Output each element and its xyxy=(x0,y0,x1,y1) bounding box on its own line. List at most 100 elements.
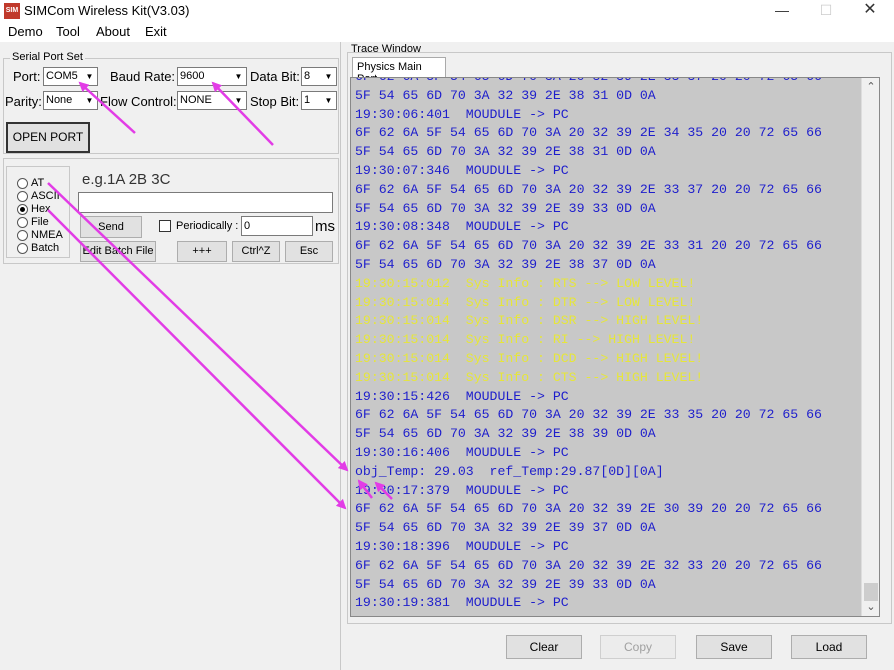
periodically-checkbox[interactable] xyxy=(159,220,171,232)
plus-plus-plus-button[interactable]: +++ xyxy=(177,241,227,262)
trace-data-line: 19:30:19:381 MOUDULE -> PC xyxy=(355,595,569,611)
trace-output[interactable]: 6F 62 6A 5F 54 65 6D 70 3A 20 32 39 2E 3… xyxy=(350,77,880,617)
baud-rate-label: Baud Rate: xyxy=(110,69,176,84)
trace-info-line: 19:30:15:014 Sys Info : DTR --> LOW LEVE… xyxy=(355,294,696,310)
interval-input[interactable]: 0 xyxy=(241,216,313,236)
trace-data-line: 5F 54 65 6D 70 3A 32 39 2E 38 37 0D 0A xyxy=(355,257,656,272)
mode-label-at: AT xyxy=(31,177,45,189)
trace-data-line: 19:30:06:401 MOUDULE -> PC xyxy=(355,106,569,122)
trace-info-line: 19:30:15:014 Sys Info : DCD --> HIGH LEV… xyxy=(355,351,704,366)
esc-button[interactable]: Esc xyxy=(285,241,333,262)
stop-bit-label: Stop Bit: xyxy=(250,94,300,109)
close-icon[interactable]: ✕ xyxy=(848,0,892,22)
menu-exit[interactable]: Exit xyxy=(145,24,167,39)
trace-data-line: 5F 54 65 6D 70 3A 32 39 2E 39 33 0D 0A xyxy=(355,200,656,216)
data-bit-select[interactable]: 8 ▼ xyxy=(301,67,337,86)
trace-data-line: 19:30:08:348 MOUDULE -> PC xyxy=(355,219,569,235)
flow-control-value: NONE xyxy=(180,94,212,106)
trace-info-line: 19:30:15:014 Sys Info : CTS --> HIGH LEV… xyxy=(355,369,704,385)
mode-label-ascii: ASCII xyxy=(31,190,60,202)
trace-data-line: 5F 54 65 6D 70 3A 32 39 2E 39 33 0D 0A xyxy=(355,576,656,592)
data-bit-value: 8 xyxy=(304,70,311,82)
chevron-down-icon: ▼ xyxy=(231,68,246,85)
window-title: SIMCom Wireless Kit(V3.03) xyxy=(24,3,190,18)
scroll-down-icon[interactable]: ⌄ xyxy=(862,600,880,617)
trace-window-label: Trace Window xyxy=(351,43,421,55)
trace-data-line: 6F 62 6A 5F 54 65 6D 70 3A 20 32 39 2E 3… xyxy=(355,613,822,616)
stop-bit-select[interactable]: 1 ▼ xyxy=(301,91,337,110)
trace-data-line: 19:30:15:426 MOUDULE -> PC xyxy=(355,388,569,404)
trace-data-line: 6F 62 6A 5F 54 65 6D 70 3A 20 32 39 2E 3… xyxy=(355,238,822,254)
ctrl-z-button[interactable]: Ctrl^Z xyxy=(232,241,280,262)
trace-info-line: 19:30:15:014 Sys Info : DSR --> HIGH LEV… xyxy=(355,313,704,329)
trace-scrollbar[interactable]: ⌃ ⌄ xyxy=(861,78,879,616)
command-input[interactable] xyxy=(78,192,333,213)
title-bar: SIM SIMCom Wireless Kit(V3.03) — ☐ ✕ xyxy=(0,0,894,22)
load-button[interactable]: Load xyxy=(791,635,867,659)
port-label: Port: xyxy=(13,69,41,84)
parity-select[interactable]: None ▼ xyxy=(43,91,98,110)
clear-button[interactable]: Clear xyxy=(506,635,582,659)
edit-batch-file-button[interactable]: Edit Batch File xyxy=(80,241,156,262)
minimize-icon[interactable]: — xyxy=(760,0,804,22)
trace-data-line: 6F 62 6A 5F 54 65 6D 70 3A 20 32 39 2E 3… xyxy=(355,501,822,517)
mode-label-batch: Batch xyxy=(31,242,60,254)
copy-button[interactable]: Copy xyxy=(600,635,676,659)
flow-control-select[interactable]: NONE ▼ xyxy=(177,91,247,110)
trace-data-line: 19:30:07:346 MOUDULE -> PC xyxy=(355,163,569,178)
trace-data-line: 5F 54 65 6D 70 3A 32 39 2E 38 31 0D 0A xyxy=(355,87,656,103)
parity-value: None xyxy=(46,94,73,106)
menu-tool[interactable]: Tool xyxy=(56,24,80,39)
trace-decoded-line: obj_Temp: 29.03 ref_Temp:29.87[0D][0A] xyxy=(355,463,664,479)
baud-rate-value: 9600 xyxy=(180,70,205,82)
save-button[interactable]: Save xyxy=(696,635,772,659)
chevron-down-icon: ▼ xyxy=(231,92,246,109)
mode-radio-at[interactable]: AT xyxy=(17,177,44,190)
trace-data-line: 6F 62 6A 5F 54 65 6D 70 3A 20 32 39 2E 3… xyxy=(355,78,822,86)
menu-about[interactable]: About xyxy=(96,24,130,39)
menu-demo[interactable]: Demo xyxy=(8,24,43,39)
radio-icon xyxy=(17,190,28,202)
interval-unit: ms xyxy=(315,218,335,235)
trace-data-line: 6F 62 6A 5F 54 65 6D 70 3A 20 32 39 2E 3… xyxy=(355,557,822,573)
chevron-down-icon: ▼ xyxy=(321,68,336,85)
send-button[interactable]: Send xyxy=(80,216,142,238)
trace-data-line: 5F 54 65 6D 70 3A 32 39 2E 39 37 0D 0A xyxy=(355,520,656,536)
radio-selected-icon xyxy=(17,203,28,215)
data-bit-label: Data Bit: xyxy=(250,69,300,84)
chevron-down-icon: ▼ xyxy=(82,68,97,85)
scrollbar-thumb[interactable] xyxy=(864,583,878,601)
radio-icon xyxy=(17,177,28,189)
baud-rate-select[interactable]: 9600 ▼ xyxy=(177,67,247,86)
scroll-up-icon[interactable]: ⌃ xyxy=(862,80,880,97)
simcom-logo-icon: SIM xyxy=(4,3,20,19)
mode-radio-nmea[interactable]: NMEA xyxy=(17,229,63,242)
hex-hint-text: e.g.1A 2B 3C xyxy=(82,171,171,188)
flow-control-label: Flow Control: xyxy=(100,94,177,109)
mode-label-hex: Hex xyxy=(31,203,51,215)
tab-physics-main-port[interactable]: Physics Main Port xyxy=(352,57,446,85)
trace-data-line: 5F 54 65 6D 70 3A 32 39 2E 38 39 0D 0A xyxy=(355,426,656,442)
trace-data-line: 6F 62 6A 5F 54 65 6D 70 3A 20 32 39 2E 3… xyxy=(355,407,822,423)
mode-radio-batch[interactable]: Batch xyxy=(17,242,59,255)
chevron-down-icon: ▼ xyxy=(82,92,97,109)
trace-data-line: 19:30:17:379 MOUDULE -> PC xyxy=(355,482,569,498)
mode-radio-file[interactable]: File xyxy=(17,216,49,229)
maximize-icon[interactable]: ☐ xyxy=(804,0,848,22)
port-value: COM5 xyxy=(46,70,78,82)
mode-radio-ascii[interactable]: ASCII xyxy=(17,190,60,203)
mode-radio-hex[interactable]: Hex xyxy=(17,203,51,216)
menu-bar: Demo Tool About Exit xyxy=(0,22,894,42)
mode-label-file: File xyxy=(31,216,49,228)
open-port-button[interactable]: OPEN PORT xyxy=(6,122,90,153)
trace-info-line: 19:30:15:012 Sys Info : RTS --> LOW LEVE… xyxy=(355,275,696,291)
periodically-label: Periodically : xyxy=(176,220,239,232)
trace-info-line: 19:30:15:014 Sys Info : RI --> HIGH LEVE… xyxy=(355,332,696,348)
radio-icon xyxy=(17,242,28,254)
trace-data-line: 19:30:16:406 MOUDULE -> PC xyxy=(355,445,569,460)
mode-label-nmea: NMEA xyxy=(31,229,63,241)
port-select[interactable]: COM5 ▼ xyxy=(43,67,98,86)
radio-icon xyxy=(17,216,28,228)
trace-data-line: 6F 62 6A 5F 54 65 6D 70 3A 20 32 39 2E 3… xyxy=(355,181,822,197)
parity-label: Parity: xyxy=(5,94,42,109)
